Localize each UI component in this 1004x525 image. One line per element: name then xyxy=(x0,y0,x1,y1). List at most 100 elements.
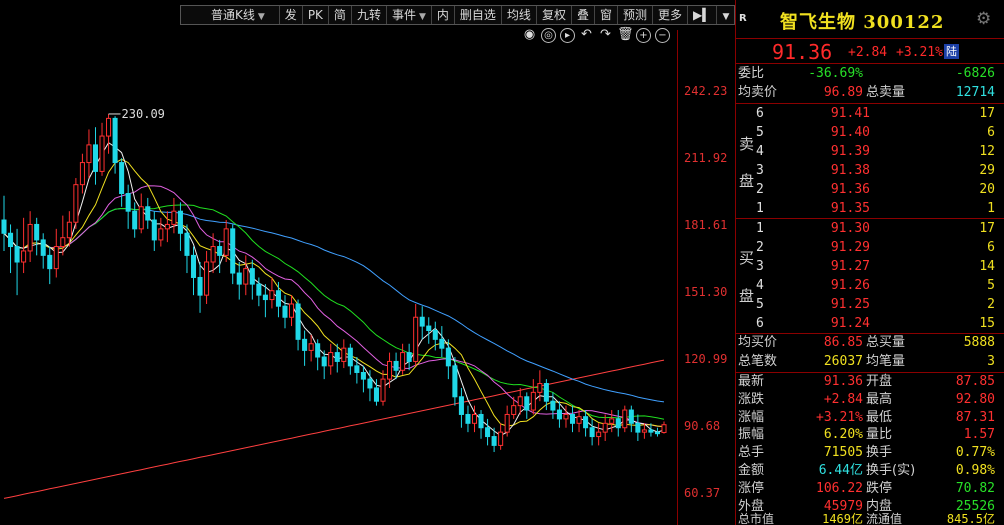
candle-down xyxy=(132,210,138,230)
candle-down xyxy=(151,219,157,241)
weicha-value: -6826 xyxy=(955,66,995,81)
candle-up xyxy=(204,261,210,296)
bid-row[interactable]: 5 91.25 2 xyxy=(736,295,1004,314)
stats-row: 金额 6.44亿 换手(实) 0.98% xyxy=(736,462,1004,480)
ask-price: 91.36 xyxy=(830,182,870,197)
bid-volume: 15 xyxy=(979,316,995,331)
zoom-in-icon[interactable]: + xyxy=(636,28,651,43)
camera-icon[interactable]: ◎ xyxy=(541,28,556,43)
toolbar-overlay-button[interactable]: 叠 xyxy=(572,6,595,24)
toolbar-menu-button[interactable]: ▼ xyxy=(717,6,734,24)
candle-down xyxy=(432,330,438,340)
kline-type-dropdown[interactable]: 普通K线 ▼ xyxy=(181,6,280,24)
candle-up xyxy=(269,290,275,301)
toolbar-collapse-button[interactable]: ▶▍ xyxy=(688,6,718,24)
market-cap-label: 总市值 xyxy=(738,512,775,525)
ask-row[interactable]: 6 91.41 17 xyxy=(736,104,1004,123)
candle-down xyxy=(40,239,46,256)
stat-value: 92.80 xyxy=(955,391,995,407)
total-sell-label: 总卖量 xyxy=(866,85,906,100)
toolbar-adjust-button[interactable]: 复权 xyxy=(537,6,572,24)
stat-value: 87.31 xyxy=(955,409,995,425)
toolbar-nei-button[interactable]: 内 xyxy=(432,6,455,24)
toolbar-remove-watchlist-button[interactable]: 删自选 xyxy=(455,6,502,24)
toolbar-window-button[interactable]: 窗 xyxy=(595,6,618,24)
bid-row[interactable]: 2 91.29 6 xyxy=(736,238,1004,257)
candle-up xyxy=(308,343,314,351)
ask-level: 3 xyxy=(756,163,764,178)
eye-icon[interactable]: ◉ xyxy=(522,28,537,43)
candle-down xyxy=(615,418,621,429)
toolbar-pk-button[interactable]: PK xyxy=(303,6,329,24)
bid-row[interactable]: 6 91.24 15 xyxy=(736,314,1004,333)
ask-row[interactable]: 4 91.39 12 xyxy=(736,142,1004,161)
candle-down xyxy=(478,413,484,429)
candle-down xyxy=(119,162,125,195)
redo-icon[interactable]: ↷ xyxy=(598,28,613,43)
ask-row[interactable]: 2 91.36 20 xyxy=(736,180,1004,199)
stock-title[interactable]: 智飞生物 300122 xyxy=(780,8,944,34)
bid-level: 2 xyxy=(756,240,764,255)
weibi-row: 委比 -36.69% -6826 xyxy=(736,65,1004,83)
candle-down xyxy=(583,416,589,429)
market-cap-row: 总市值 1469亿 流通值 845.5亿 xyxy=(736,510,1004,525)
market-cap-value: 1469亿 xyxy=(822,512,863,525)
bid-row[interactable]: 4 91.26 5 xyxy=(736,276,1004,295)
ask-volume: 1 xyxy=(987,201,995,216)
candle-up xyxy=(622,409,628,429)
toolbar-more-button[interactable]: 更多 xyxy=(653,6,689,24)
ask-row[interactable]: 3 91.38 29 xyxy=(736,161,1004,180)
stat-label: 最低 xyxy=(866,409,893,425)
bid-price: 91.24 xyxy=(830,316,870,331)
candle-up xyxy=(661,424,667,433)
candle-down xyxy=(524,396,530,411)
bid-price: 91.25 xyxy=(830,297,870,312)
candle-down xyxy=(347,347,353,367)
ma10-line xyxy=(3,158,665,428)
chart-toolbar: 普通K线 ▼ 发 PK 简 九转 事件 ▼ 内 删自选 均线 复权 叠 窗 预测 更… xyxy=(180,5,736,25)
undo-icon[interactable]: ↶ xyxy=(579,28,594,43)
avg-sell-row: 均卖价 96.89 总卖量 12714 xyxy=(736,84,1004,102)
stats-row: 振幅 6.20% 量比 1.57 xyxy=(736,426,1004,444)
stat-label: 最新 xyxy=(738,374,765,389)
stat-label: 最高 xyxy=(866,391,893,407)
avg-buy-row: 均买价 86.85 总买量 5888 xyxy=(736,334,1004,352)
gear-icon[interactable]: ⚙ xyxy=(976,9,991,29)
bid-row[interactable]: 3 91.27 14 xyxy=(736,257,1004,276)
trade-count-value: 26037 xyxy=(823,354,863,369)
candle-down xyxy=(654,431,660,435)
stats-row: 最新 91.36 开盘 87.85 xyxy=(736,373,1004,391)
candle-up xyxy=(511,405,517,415)
candle-down xyxy=(236,272,242,285)
toolbar-fa-button[interactable]: 发 xyxy=(280,6,303,24)
avg-buy-value: 86.85 xyxy=(823,335,863,350)
delete-icon[interactable]: 🗑 xyxy=(617,28,634,43)
quote-header: R 智飞生物 300122 ⚙ xyxy=(736,0,1004,38)
toolbar-jiuzhuan-button[interactable]: 九转 xyxy=(352,6,387,24)
kline-chart[interactable]: 230.09 xyxy=(0,0,735,525)
bid-price: 91.27 xyxy=(830,259,870,274)
ask-row[interactable]: 1 91.35 1 xyxy=(736,199,1004,218)
rights-badge: R xyxy=(739,13,747,24)
candle-up xyxy=(380,378,386,402)
candle-down xyxy=(282,305,288,318)
toolbar-events-dropdown[interactable]: 事件 ▼ xyxy=(387,6,432,24)
toolbar-ma-button[interactable]: 均线 xyxy=(502,6,537,24)
toolbar-simple-button[interactable]: 简 xyxy=(329,6,352,24)
avg-buy-label: 均买价 xyxy=(738,335,778,350)
candle-down xyxy=(419,316,425,327)
bid-row[interactable]: 1 91.30 17 xyxy=(736,219,1004,238)
bid-volume: 2 xyxy=(987,297,995,312)
ask-row[interactable]: 5 91.40 6 xyxy=(736,123,1004,142)
play-icon[interactable]: ▸ xyxy=(560,28,575,43)
candle-up xyxy=(641,429,647,433)
bid-volume: 14 xyxy=(979,259,995,274)
chevron-down-icon: ▼ xyxy=(722,12,730,22)
candle-down xyxy=(275,290,281,307)
bid-level: 1 xyxy=(756,221,764,236)
zoom-out-icon[interactable]: − xyxy=(655,28,670,43)
bid-level: 4 xyxy=(756,278,764,293)
kline-chart-area[interactable]: 230.09 普通K线 ▼ 发 PK 简 九转 事件 ▼ 内 删自选 均线 复权 叠… xyxy=(0,0,736,525)
candle-down xyxy=(14,246,20,263)
toolbar-forecast-button[interactable]: 预测 xyxy=(618,6,653,24)
